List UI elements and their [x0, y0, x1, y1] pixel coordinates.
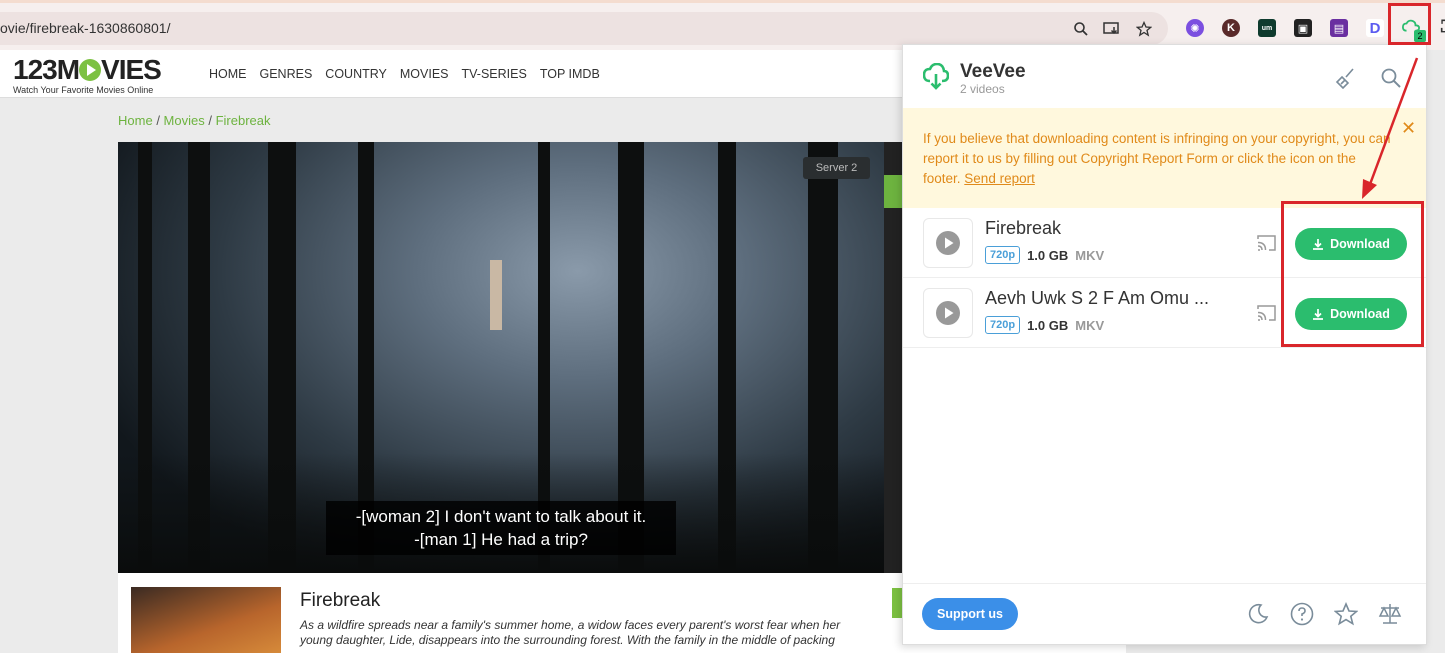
veevee-logo-icon [922, 62, 950, 96]
nav-country[interactable]: COUNTRY [325, 67, 387, 81]
annotation-highlight-extension [1388, 3, 1431, 45]
zoom-icon[interactable] [1071, 19, 1091, 39]
logo-play-icon [79, 59, 102, 81]
breadcrumb-home[interactable]: Home [118, 113, 153, 128]
breadcrumb: Home / Movies / Firebreak [118, 113, 271, 128]
resolution-badge: 720p [985, 246, 1021, 264]
server-badge[interactable]: Server 2 [803, 157, 870, 179]
install-app-icon[interactable] [1102, 19, 1122, 39]
popup-footer: Support us [903, 583, 1426, 645]
play-icon[interactable] [923, 288, 973, 338]
dark-mode-moon-icon[interactable] [1246, 602, 1270, 626]
cast-icon[interactable] [1257, 304, 1277, 327]
copyright-notice: If you believe that downloading content … [903, 108, 1426, 208]
main-nav: HOME GENRES COUNTRY MOVIES TV-SERIES TOP… [209, 67, 600, 81]
server-active-tab[interactable] [884, 175, 902, 208]
nav-home[interactable]: HOME [209, 67, 247, 81]
video-subtitle: -[woman 2] I don't want to talk about it… [326, 501, 676, 555]
nav-tv-series[interactable]: TV-SERIES [462, 67, 527, 81]
gear-extension-icon[interactable]: ✺ [1186, 19, 1204, 37]
support-button[interactable]: Support us [922, 598, 1018, 630]
annotation-arrow [1362, 57, 1419, 199]
d-extension-icon[interactable]: D [1366, 19, 1384, 37]
bookmark-star-icon[interactable] [1134, 19, 1154, 39]
breadcrumb-current[interactable]: Firebreak [216, 113, 271, 128]
send-report-link[interactable]: Send report [964, 171, 1035, 186]
breadcrumb-movies[interactable]: Movies [164, 113, 205, 128]
video-title: Firebreak [985, 218, 1062, 238]
watch-button[interactable] [892, 588, 902, 618]
movie-description: As a wildfire spreads near a family's su… [300, 618, 841, 647]
address-bar[interactable]: ovie/firebreak-1630860801/ [0, 12, 1168, 45]
nav-movies[interactable]: MOVIES [400, 67, 449, 81]
cast-icon[interactable] [1257, 234, 1277, 257]
play-icon[interactable] [923, 218, 973, 268]
file-format: MKV [1075, 247, 1105, 263]
media-extension-icon[interactable]: ▣ [1294, 19, 1312, 37]
site-logo[interactable]: 123M VIES Watch Your Favorite Movies Onli… [13, 56, 162, 96]
site-header: 123M VIES Watch Your Favorite Movies Onli… [0, 50, 902, 98]
browser-toolbar: ovie/firebreak-1630860801/ ✺ K um ▣ ▤ D … [0, 0, 1445, 50]
movie-title: Firebreak [300, 590, 381, 611]
clear-broom-icon[interactable] [1335, 67, 1357, 90]
nav-top-imdb[interactable]: TOP IMDB [540, 67, 600, 81]
video-count: 2 videos [960, 82, 1005, 96]
file-format: MKV [1075, 317, 1105, 333]
extensions-puzzle-icon[interactable]: ⛶ [1438, 19, 1445, 37]
tower [490, 260, 502, 330]
annotation-highlight-downloads [1281, 201, 1424, 347]
legal-scale-icon[interactable] [1378, 602, 1402, 626]
box-extension-icon[interactable]: ▤ [1330, 19, 1348, 37]
url-text[interactable]: ovie/firebreak-1630860801/ [0, 20, 170, 36]
file-size: 1.0 GB [1027, 247, 1069, 263]
popup-title: VeeVee [960, 61, 1026, 82]
file-size: 1.0 GB [1027, 317, 1069, 333]
movie-poster [131, 587, 281, 653]
um-extension-icon[interactable]: um [1258, 19, 1276, 37]
logo-tagline: Watch Your Favorite Movies Online [13, 85, 154, 95]
k-extension-icon[interactable]: K [1222, 19, 1240, 37]
video-title: Aevh Uwk S 2 F Am Omu ... [985, 288, 1210, 308]
resolution-badge: 720p [985, 316, 1021, 334]
nav-genres[interactable]: GENRES [260, 67, 313, 81]
rate-star-icon[interactable] [1333, 601, 1359, 626]
help-icon[interactable] [1290, 602, 1314, 626]
